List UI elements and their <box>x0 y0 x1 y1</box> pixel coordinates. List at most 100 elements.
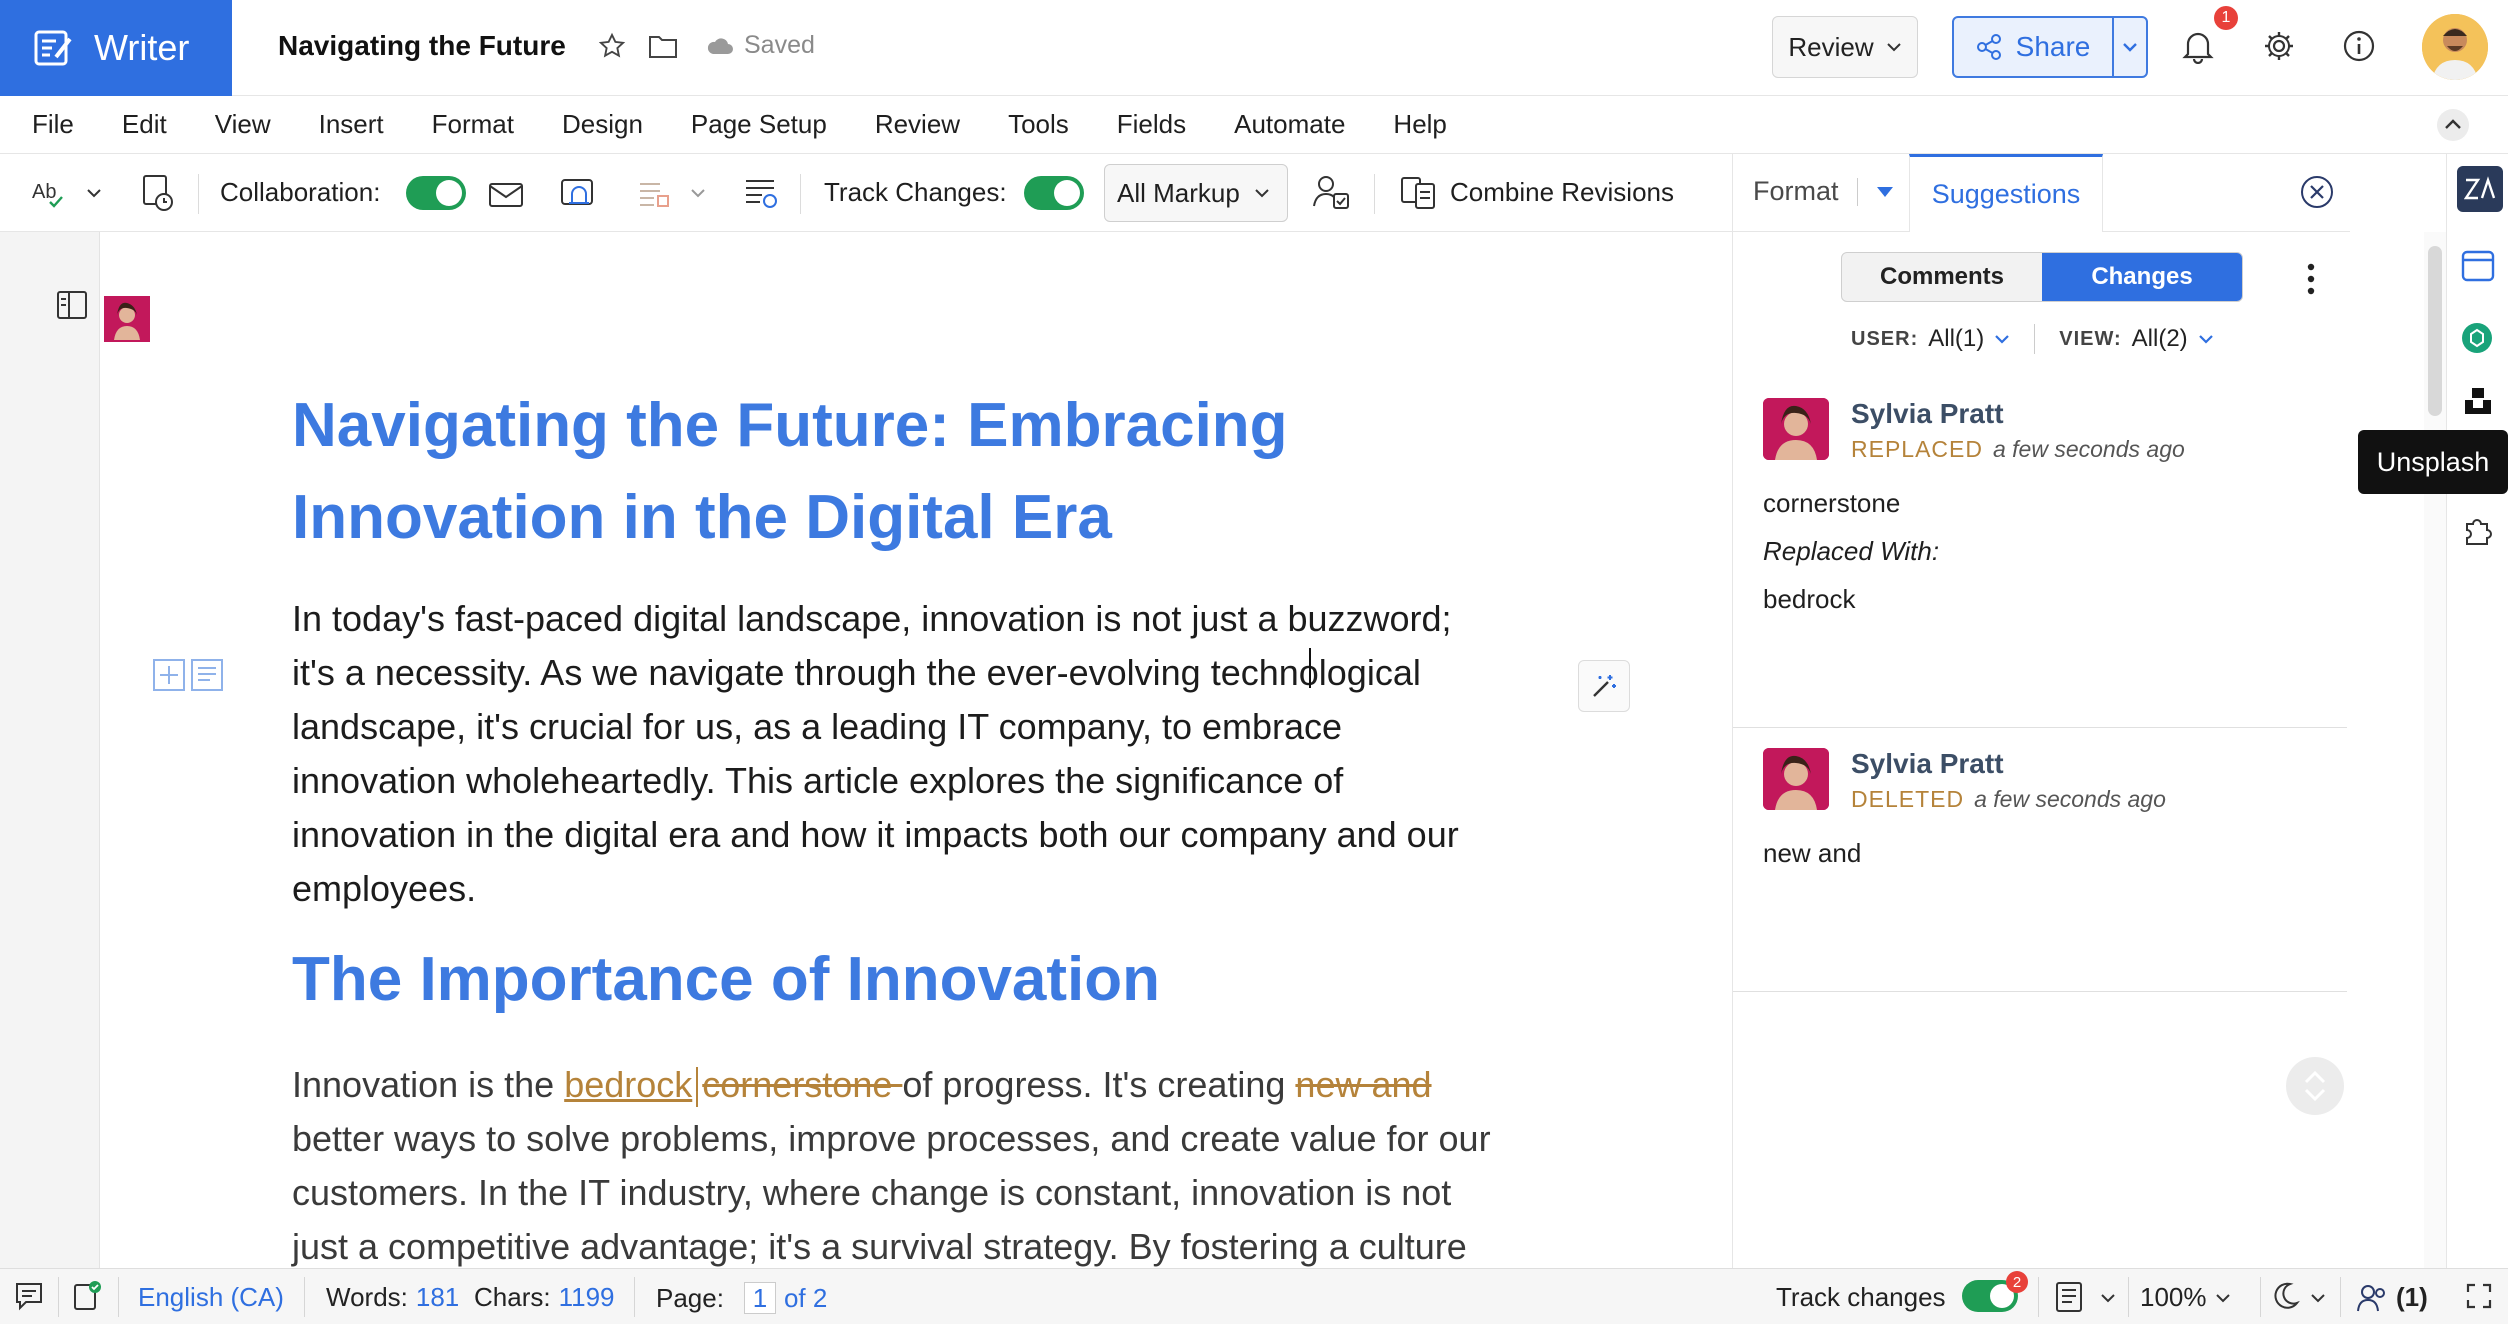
document-title[interactable]: Navigating the Future <box>278 30 566 62</box>
toolbar-separator <box>800 174 801 214</box>
menu-design[interactable]: Design <box>562 109 643 140</box>
notify-collaborators-icon[interactable] <box>560 176 598 212</box>
menu-page-setup[interactable]: Page Setup <box>691 109 827 140</box>
caret-down-icon <box>1876 186 1894 198</box>
collaboration-toggle[interactable] <box>406 176 466 210</box>
menu-automate[interactable]: Automate <box>1234 109 1345 140</box>
deleted-text[interactable]: cornerstone <box>702 1064 902 1105</box>
menu-tools[interactable]: Tools <box>1008 109 1069 140</box>
suggestions-panel: Comments Changes USER: All(1) VIEW: All(… <box>1732 232 2350 1268</box>
avatar <box>1763 748 1829 810</box>
chevron-down-icon[interactable] <box>2310 1293 2326 1303</box>
cloud-icon <box>706 36 734 56</box>
comments-changes-switch: Comments Changes <box>1841 252 2243 302</box>
mail-icon[interactable] <box>488 182 524 208</box>
zoom-level[interactable]: 100% <box>2140 1282 2231 1313</box>
extensions-puzzle-icon[interactable] <box>2461 514 2495 548</box>
unsplash-icon[interactable] <box>2463 386 2493 416</box>
panel-scroll-thumb[interactable] <box>2428 246 2442 416</box>
change-meta: REPLACED a few seconds ago <box>1851 436 2185 462</box>
text-cursor <box>1309 648 1311 688</box>
info-icon[interactable] <box>2342 29 2376 63</box>
menu-file[interactable]: File <box>32 109 74 140</box>
more-options-icon[interactable] <box>2307 262 2315 296</box>
menu-format[interactable]: Format <box>432 109 514 140</box>
document-history-icon[interactable] <box>140 174 176 212</box>
page-number-input[interactable]: 1 <box>743 1282 776 1314</box>
combine-revisions-button[interactable]: Combine Revisions <box>1450 177 1674 208</box>
chevron-down-icon[interactable] <box>2198 334 2214 344</box>
scroll-navigation-icon[interactable] <box>2285 1056 2345 1116</box>
deleted-text[interactable]: new and <box>1295 1064 1431 1105</box>
status-separator <box>2128 1277 2129 1317</box>
comments-icon[interactable] <box>14 1281 44 1311</box>
status-separator <box>2340 1277 2341 1317</box>
templates-icon[interactable] <box>2461 250 2495 282</box>
replacement-text: bedrock <box>1763 584 1856 614</box>
menu-insert[interactable]: Insert <box>319 109 384 140</box>
collapse-toolbar-icon[interactable] <box>2436 108 2470 142</box>
status-separator <box>2038 1277 2039 1317</box>
language-selector[interactable]: English (CA) <box>138 1282 284 1313</box>
spellcheck-icon[interactable]: Ab <box>32 178 70 210</box>
review-button[interactable]: Review <box>1772 16 1918 78</box>
menu-help[interactable]: Help <box>1393 109 1446 140</box>
inserted-text[interactable]: bedrock <box>564 1064 692 1105</box>
view-filter[interactable]: All(2) <box>2132 325 2188 353</box>
page-view-icon[interactable] <box>2054 1281 2084 1313</box>
seg-comments[interactable]: Comments <box>1842 253 2042 301</box>
collaborators-count[interactable]: (1) <box>2356 1282 2428 1313</box>
menu-review[interactable]: Review <box>875 109 960 140</box>
document-canvas[interactable]: Navigating the Future: Embracing Innovat… <box>100 232 1732 1268</box>
menu-fields[interactable]: Fields <box>1117 109 1186 140</box>
paragraph-options-icon[interactable] <box>190 658 224 692</box>
share-options-dropdown[interactable] <box>2112 18 2146 76</box>
share-button[interactable]: Share <box>1952 16 2148 78</box>
menu-view[interactable]: View <box>215 109 271 140</box>
chevron-down-icon[interactable] <box>1994 334 2010 344</box>
star-icon[interactable] <box>598 32 626 60</box>
seg-changes[interactable]: Changes <box>2042 253 2242 301</box>
chatgpt-icon[interactable] <box>2461 322 2493 354</box>
user-filter[interactable]: All(1) <box>1928 325 1984 353</box>
collaborator-avatar <box>104 296 150 342</box>
navigation-pane-icon[interactable] <box>56 290 88 320</box>
gear-icon[interactable] <box>2262 29 2296 63</box>
word-count[interactable]: Words: 181 <box>326 1282 459 1313</box>
track-changes-toggle[interactable] <box>1024 176 1084 210</box>
combine-revisions-icon[interactable] <box>1400 174 1438 212</box>
document-check-icon[interactable] <box>72 1279 102 1311</box>
bell-icon[interactable] <box>2182 28 2214 64</box>
document-title-heading: Navigating the Future: Embracing Innovat… <box>292 391 1288 552</box>
app-brand[interactable]: Writer <box>0 0 232 96</box>
filter-divider <box>2034 324 2036 354</box>
chevron-down-icon <box>690 188 706 198</box>
menu-edit[interactable]: Edit <box>122 109 167 140</box>
review-toolbar: Ab Collaboration: Track Changes: All Mar… <box>0 154 1732 232</box>
reviewer-icon[interactable] <box>1312 174 1350 212</box>
change-card-replaced[interactable]: Sylvia Pratt REPLACED a few seconds ago c… <box>1733 368 2347 728</box>
chevron-down-icon[interactable] <box>86 188 102 198</box>
chevron-down-icon[interactable] <box>2100 1293 2116 1303</box>
close-panel-icon[interactable] <box>2299 174 2335 210</box>
chevron-down-icon <box>1886 42 1902 52</box>
page-indicator: Page: 1 of 2 <box>656 1282 828 1314</box>
fullscreen-icon[interactable] <box>2466 1283 2492 1309</box>
moon-icon[interactable] <box>2270 1281 2300 1311</box>
track-changes-badge: 2 <box>2006 1271 2028 1293</box>
avatar <box>1763 398 1829 460</box>
char-count[interactable]: Chars: 1199 <box>474 1282 615 1313</box>
folder-icon[interactable] <box>648 33 678 59</box>
app-name: Writer <box>94 27 190 68</box>
zia-icon[interactable] <box>2457 166 2503 212</box>
status-separator <box>58 1277 59 1317</box>
track-view-icon[interactable] <box>744 176 778 210</box>
add-block-icon[interactable] <box>152 658 186 692</box>
tab-suggestions[interactable]: Suggestions <box>1909 154 2103 232</box>
user-avatar[interactable] <box>2422 14 2488 80</box>
status-separator <box>304 1277 305 1317</box>
markup-select[interactable]: All Markup <box>1104 164 1288 222</box>
change-card-deleted[interactable]: Sylvia Pratt DELETED a few seconds ago ne… <box>1733 728 2347 992</box>
tab-format[interactable]: Format <box>1753 176 1894 207</box>
unsplash-tooltip: Unsplash <box>2358 430 2508 494</box>
